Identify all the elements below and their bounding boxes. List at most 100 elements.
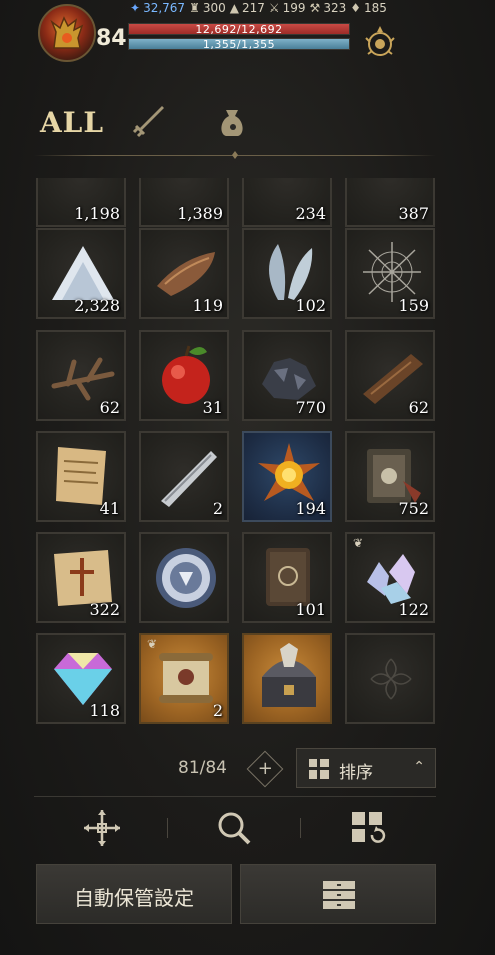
item-count: 62 (408, 398, 429, 417)
item-count: 119 (192, 296, 223, 315)
search-tool-button[interactable] (214, 808, 254, 848)
grid-icon (309, 759, 329, 779)
grid-refresh-icon (352, 812, 386, 843)
move-tool-button[interactable] (82, 808, 122, 848)
drawer-icon (323, 881, 355, 909)
currency-bar: ✦ 32,767 ♜ 300 ▲ 217 ⚔ 199 ⚒ 323 ♦ 185 (130, 0, 387, 16)
item-slot-prism-diamond[interactable]: 118 (36, 633, 126, 724)
item-slot-rune-medallion[interactable] (139, 532, 229, 623)
item-count: 102 (295, 296, 326, 315)
sword-icon: ⚔ (268, 1, 280, 15)
plus-icon: + (257, 758, 273, 780)
tab-all[interactable]: ALL (40, 100, 103, 144)
hammer-icon: ⚒ (309, 1, 321, 15)
currency-gems[interactable]: ✦ 32,767 (130, 0, 185, 16)
item-slot-wood-plank[interactable]: 62 (345, 330, 435, 421)
toolbar-separator (300, 818, 301, 838)
item-slot-dry-branch[interactable]: 62 (36, 330, 126, 421)
pouch-icon (221, 110, 243, 136)
currency-bell[interactable]: ♦ 185 (350, 0, 387, 16)
item-slot-insect-wing[interactable]: 102 (242, 228, 332, 319)
bell-icon: ♦ (350, 1, 361, 15)
player-level: 84 (96, 26, 127, 51)
item-slot-log-bundle[interactable]: 234 (242, 178, 332, 227)
sword-icon (132, 106, 164, 138)
chevron-up-icon: ⌃ (413, 759, 425, 775)
expand-inventory-button[interactable]: + (246, 750, 284, 788)
inventory-capacity: 81/84 (178, 758, 227, 778)
item-slot-ore-crystal[interactable]: 1,389 (139, 178, 229, 227)
auto-store-settings-button[interactable]: 自動保管設定 (36, 864, 232, 924)
inventory-tabs: ALL (34, 92, 436, 162)
currency-cauldron[interactable]: ▲ 217 (230, 0, 265, 16)
item-slot-sun-gem-star[interactable]: 194 (242, 431, 332, 522)
ancient-scroll-icon (159, 653, 213, 703)
item-count: 387 (398, 204, 429, 223)
arrange-tool-button[interactable] (348, 808, 388, 848)
mp-text: 1,355/1,355 (202, 38, 276, 51)
item-count: 62 (99, 398, 120, 417)
item-count: 122 (398, 600, 429, 619)
item-slot-spellbook-bundle[interactable]: 752 (345, 431, 435, 522)
item-slot-web-cluster[interactable]: 387 (345, 178, 435, 227)
item-slot-leather-tome[interactable]: 101 (242, 532, 332, 623)
item-slot-dragon-chest[interactable] (242, 633, 332, 724)
item-slot-cross-map[interactable]: 322 (36, 532, 126, 623)
toolbar-divider (34, 796, 436, 797)
item-count: 770 (295, 398, 326, 417)
rune-medallion-icon (156, 548, 216, 608)
item-slot-salt-pile[interactable]: 2,328 (36, 228, 126, 319)
item-count: 322 (89, 600, 120, 619)
item-count: 2 (212, 701, 223, 720)
helmet-icon: ♜ (189, 1, 200, 15)
dragon-helmet-icon (50, 16, 84, 49)
bound-bag-icon: ❦ (353, 536, 364, 550)
item-count: 1,389 (177, 204, 223, 223)
empty-slot[interactable] (345, 633, 435, 724)
divider-ornament-icon (224, 151, 246, 159)
currency-sword[interactable]: ⚔ 199 (269, 0, 306, 16)
feather-gem-icon: ✦ (130, 1, 141, 15)
storage-list-button[interactable] (240, 864, 436, 924)
player-portrait[interactable] (38, 4, 96, 62)
player-header: 84 ✦ 32,767 ♜ 300 ▲ 217 ⚔ 199 ⚒ 323 ♦ 185 12,6… (0, 0, 495, 80)
sort-label: 排序 (339, 763, 373, 783)
hp-bar: 12,692/12,692 (128, 23, 350, 36)
item-slot-spider-root[interactable]: 1,198 (36, 178, 126, 227)
item-slot-cobweb[interactable]: 159 (345, 228, 435, 319)
item-count: 1,198 (74, 204, 120, 223)
empty-slot-ornament-icon (370, 658, 412, 700)
tab-materials[interactable] (210, 100, 254, 144)
guild-emblem-icon[interactable] (360, 22, 400, 62)
item-count: 2,328 (74, 296, 120, 315)
item-slot-torn-scroll[interactable]: 41 (36, 431, 126, 522)
inventory-footer: 81/84 + 排序 ⌃ (0, 746, 495, 790)
item-count: 194 (295, 499, 326, 518)
item-slot-red-apple[interactable]: 31 (139, 330, 229, 421)
dragon-chest-icon (262, 643, 316, 707)
item-count: 31 (202, 398, 223, 417)
item-slot-bark-hide[interactable]: 119 (139, 228, 229, 319)
item-slot-coal-ore[interactable]: 770 (242, 330, 332, 421)
currency-hammer[interactable]: ⚒ 323 (310, 0, 347, 16)
item-count: 752 (398, 499, 429, 518)
item-count: 118 (89, 701, 120, 720)
sort-button[interactable]: 排序 ⌃ (296, 748, 436, 788)
currency-helmet[interactable]: ♜ 300 (189, 0, 226, 16)
item-count: 101 (295, 600, 326, 619)
item-count: 2 (212, 499, 223, 518)
cauldron-icon: ▲ (229, 1, 239, 15)
item-count: 159 (398, 296, 429, 315)
blade-fragment-icon (161, 451, 217, 507)
item-slot-ancient-scroll[interactable]: ❦ 2 (139, 633, 229, 724)
auto-store-label: 自動保管設定 (74, 886, 194, 910)
item-count: 234 (295, 204, 326, 223)
item-slot-crystal-shards[interactable]: ❦ 122 (345, 532, 435, 623)
item-count: 41 (99, 499, 120, 518)
toolbar-separator (167, 818, 168, 838)
tab-equipment[interactable] (126, 100, 170, 144)
mp-bar: 1,355/1,355 (128, 38, 350, 51)
inventory-grid[interactable]: 1,198 1,389 234 387 2,328 119 102 159 62 31 770 62 4… (36, 178, 438, 734)
magnifier-icon (218, 812, 251, 845)
item-slot-blade-fragment[interactable]: 2 (139, 431, 229, 522)
